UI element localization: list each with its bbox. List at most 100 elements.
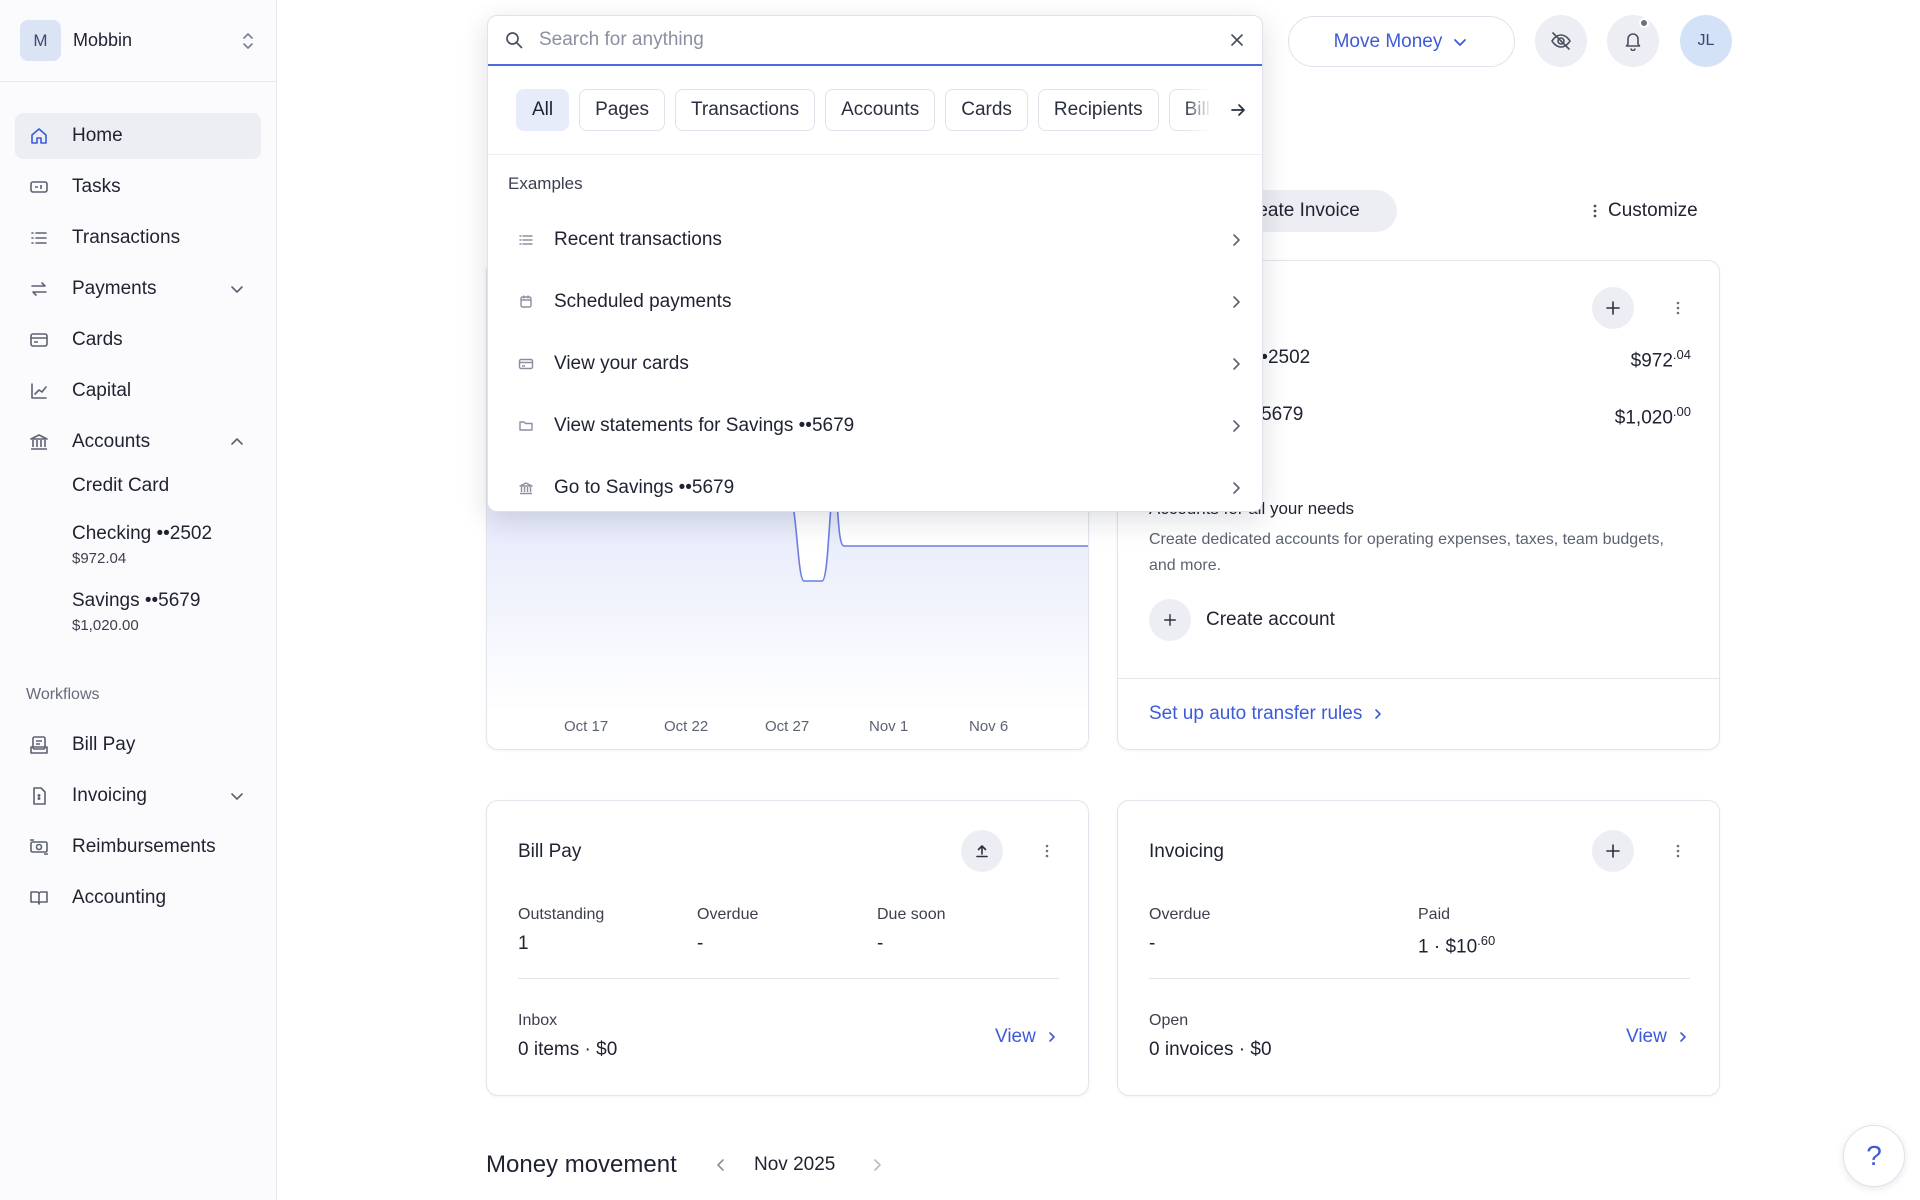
chip-pages[interactable]: Pages (579, 89, 665, 131)
bill-pay-view-link[interactable]: View (995, 1026, 1059, 1048)
chevron-down-icon[interactable] (228, 787, 246, 805)
account-row-amount: $972.04 (1631, 347, 1691, 372)
add-account-button[interactable] (1592, 287, 1634, 329)
example-view-cards[interactable]: View your cards (488, 333, 1262, 395)
notifications-button[interactable] (1607, 15, 1659, 67)
help-button[interactable]: ? (1843, 1125, 1905, 1187)
chip-transactions[interactable]: Transactions (675, 89, 816, 131)
tasks-icon (29, 177, 49, 197)
kebab-icon (1676, 844, 1680, 858)
plus-circle (1149, 599, 1191, 641)
nav-label: Accounting (72, 887, 167, 908)
card-icon (518, 356, 534, 372)
invoicing-view-link[interactable]: View (1626, 1026, 1690, 1048)
chart-x-axis: Oct 17 Oct 22 Oct 27 Nov 1 Nov 6 (487, 718, 1088, 738)
x-tick-label: Oct 17 (564, 718, 609, 735)
nav-item-accounts[interactable]: Accounts (15, 419, 261, 465)
amount-cents: .00 (1672, 404, 1691, 419)
create-account-button[interactable]: Create account (1149, 599, 1335, 641)
open-value: 0 invoices · $0 (1149, 1039, 1272, 1060)
nav-item-tasks[interactable]: Tasks (15, 164, 261, 210)
example-label: Scheduled payments (554, 291, 732, 312)
bill-pay-card: Bill Pay Outstanding 1 Overdue - Due soo… (486, 800, 1089, 1096)
nav-label: Payments (72, 278, 157, 299)
auto-transfer-link[interactable]: Set up auto transfer rules (1149, 703, 1385, 725)
example-go-to-savings[interactable]: Go to Savings ••5679 (488, 457, 1262, 511)
overdue-value: - (1149, 933, 1156, 954)
chevron-down-icon[interactable] (228, 280, 246, 298)
nav-item-transactions[interactable]: Transactions (15, 215, 261, 261)
sidebar-account-checking[interactable]: Checking ••2502 $972.04 (72, 523, 261, 567)
chevron-up-down-icon (243, 32, 253, 49)
paid-main: 1 · $10 (1418, 936, 1478, 958)
bill-pay-menu[interactable] (1037, 841, 1057, 861)
nav-item-accounting[interactable]: Accounting (15, 875, 261, 921)
next-month-button[interactable] (867, 1155, 887, 1175)
nav-item-bill-pay[interactable]: Bill Pay (15, 722, 261, 768)
avatar-initials: JL (1697, 32, 1715, 49)
due-soon-label: Due soon (877, 906, 946, 923)
eye-off-icon (1551, 32, 1571, 50)
paid-value: 1 · $10.60 (1418, 933, 1495, 958)
hide-balances-button[interactable] (1535, 15, 1587, 67)
accounts-card-menu[interactable] (1668, 298, 1688, 318)
chips-scroll-right-button[interactable] (1184, 66, 1262, 154)
card-icon (29, 330, 49, 350)
example-label: View statements for Savings ••5679 (554, 415, 855, 436)
card-divider (1149, 978, 1690, 979)
sidebar-account-savings[interactable]: Savings ••5679 $1,020.00 (72, 590, 261, 634)
example-label: Recent transactions (554, 229, 722, 250)
accounts-subnav: Credit Card Checking ••2502 $972.04 Savi… (0, 475, 276, 634)
example-label: View your cards (554, 353, 689, 374)
nav-label: Capital (72, 380, 132, 401)
nav-item-payments[interactable]: Payments (15, 266, 261, 312)
chevron-right-icon (1375, 709, 1382, 719)
customize-button[interactable]: Customize (1592, 198, 1698, 224)
chip-accounts[interactable]: Accounts (825, 89, 936, 131)
chevron-up-icon[interactable] (228, 433, 246, 451)
book-icon (29, 888, 49, 908)
chevron-left-icon (717, 1159, 724, 1171)
nav-item-capital[interactable]: Capital (15, 368, 261, 414)
add-invoice-button[interactable] (1592, 830, 1634, 872)
chip-all[interactable]: All (516, 89, 570, 131)
search-input[interactable] (539, 29, 1229, 51)
example-view-statements[interactable]: View statements for Savings ••5679 (488, 395, 1262, 457)
chevron-right-icon (874, 1159, 881, 1171)
sidebar-account-credit-card[interactable]: Credit Card (72, 475, 261, 497)
amount-main: $1,020 (1614, 407, 1673, 429)
nav-label: Accounts (72, 431, 151, 452)
workflows-label: Workflows (26, 686, 100, 703)
cash-icon (29, 837, 49, 857)
sidebar: M Mobbin Home Tasks Transactions Payment… (0, 0, 277, 1200)
close-icon[interactable] (1229, 32, 1245, 48)
chip-cards[interactable]: Cards (945, 89, 1028, 131)
example-scheduled-payments[interactable]: Scheduled payments (488, 271, 1262, 333)
invoicing-menu[interactable] (1668, 841, 1688, 861)
nav-item-cards[interactable]: Cards (15, 317, 261, 363)
upload-bill-button[interactable] (961, 830, 1003, 872)
user-avatar[interactable]: JL (1680, 15, 1732, 67)
org-switcher[interactable]: M Mobbin (0, 0, 276, 82)
plus-icon (1606, 844, 1620, 858)
paid-cents: .60 (1477, 933, 1496, 948)
bell-icon (1625, 33, 1641, 51)
inbox-label: Inbox (518, 1012, 558, 1029)
prev-month-button[interactable] (711, 1155, 731, 1175)
card-divider (1118, 678, 1719, 679)
nav-item-invoicing[interactable]: Invoicing (15, 773, 261, 819)
chip-recipients[interactable]: Recipients (1037, 89, 1159, 131)
month-label: Nov 2025 (754, 1154, 836, 1175)
search-popover: All Pages Transactions Accounts Cards Re… (487, 15, 1263, 512)
arrow-right-icon (1231, 104, 1245, 116)
x-tick-label: Oct 27 (765, 718, 810, 735)
account-row-amount: $1,020.00 (1615, 404, 1691, 429)
chevron-right-icon (1049, 1032, 1055, 1042)
plus-icon (1164, 614, 1176, 626)
nav-item-home[interactable]: Home (15, 113, 261, 159)
nav-item-reimbursements[interactable]: Reimbursements (15, 824, 261, 870)
move-money-button[interactable]: Move Money (1288, 16, 1515, 67)
search-icon (506, 32, 523, 49)
overdue-label: Overdue (697, 906, 759, 923)
example-recent-transactions[interactable]: Recent transactions (488, 209, 1262, 271)
